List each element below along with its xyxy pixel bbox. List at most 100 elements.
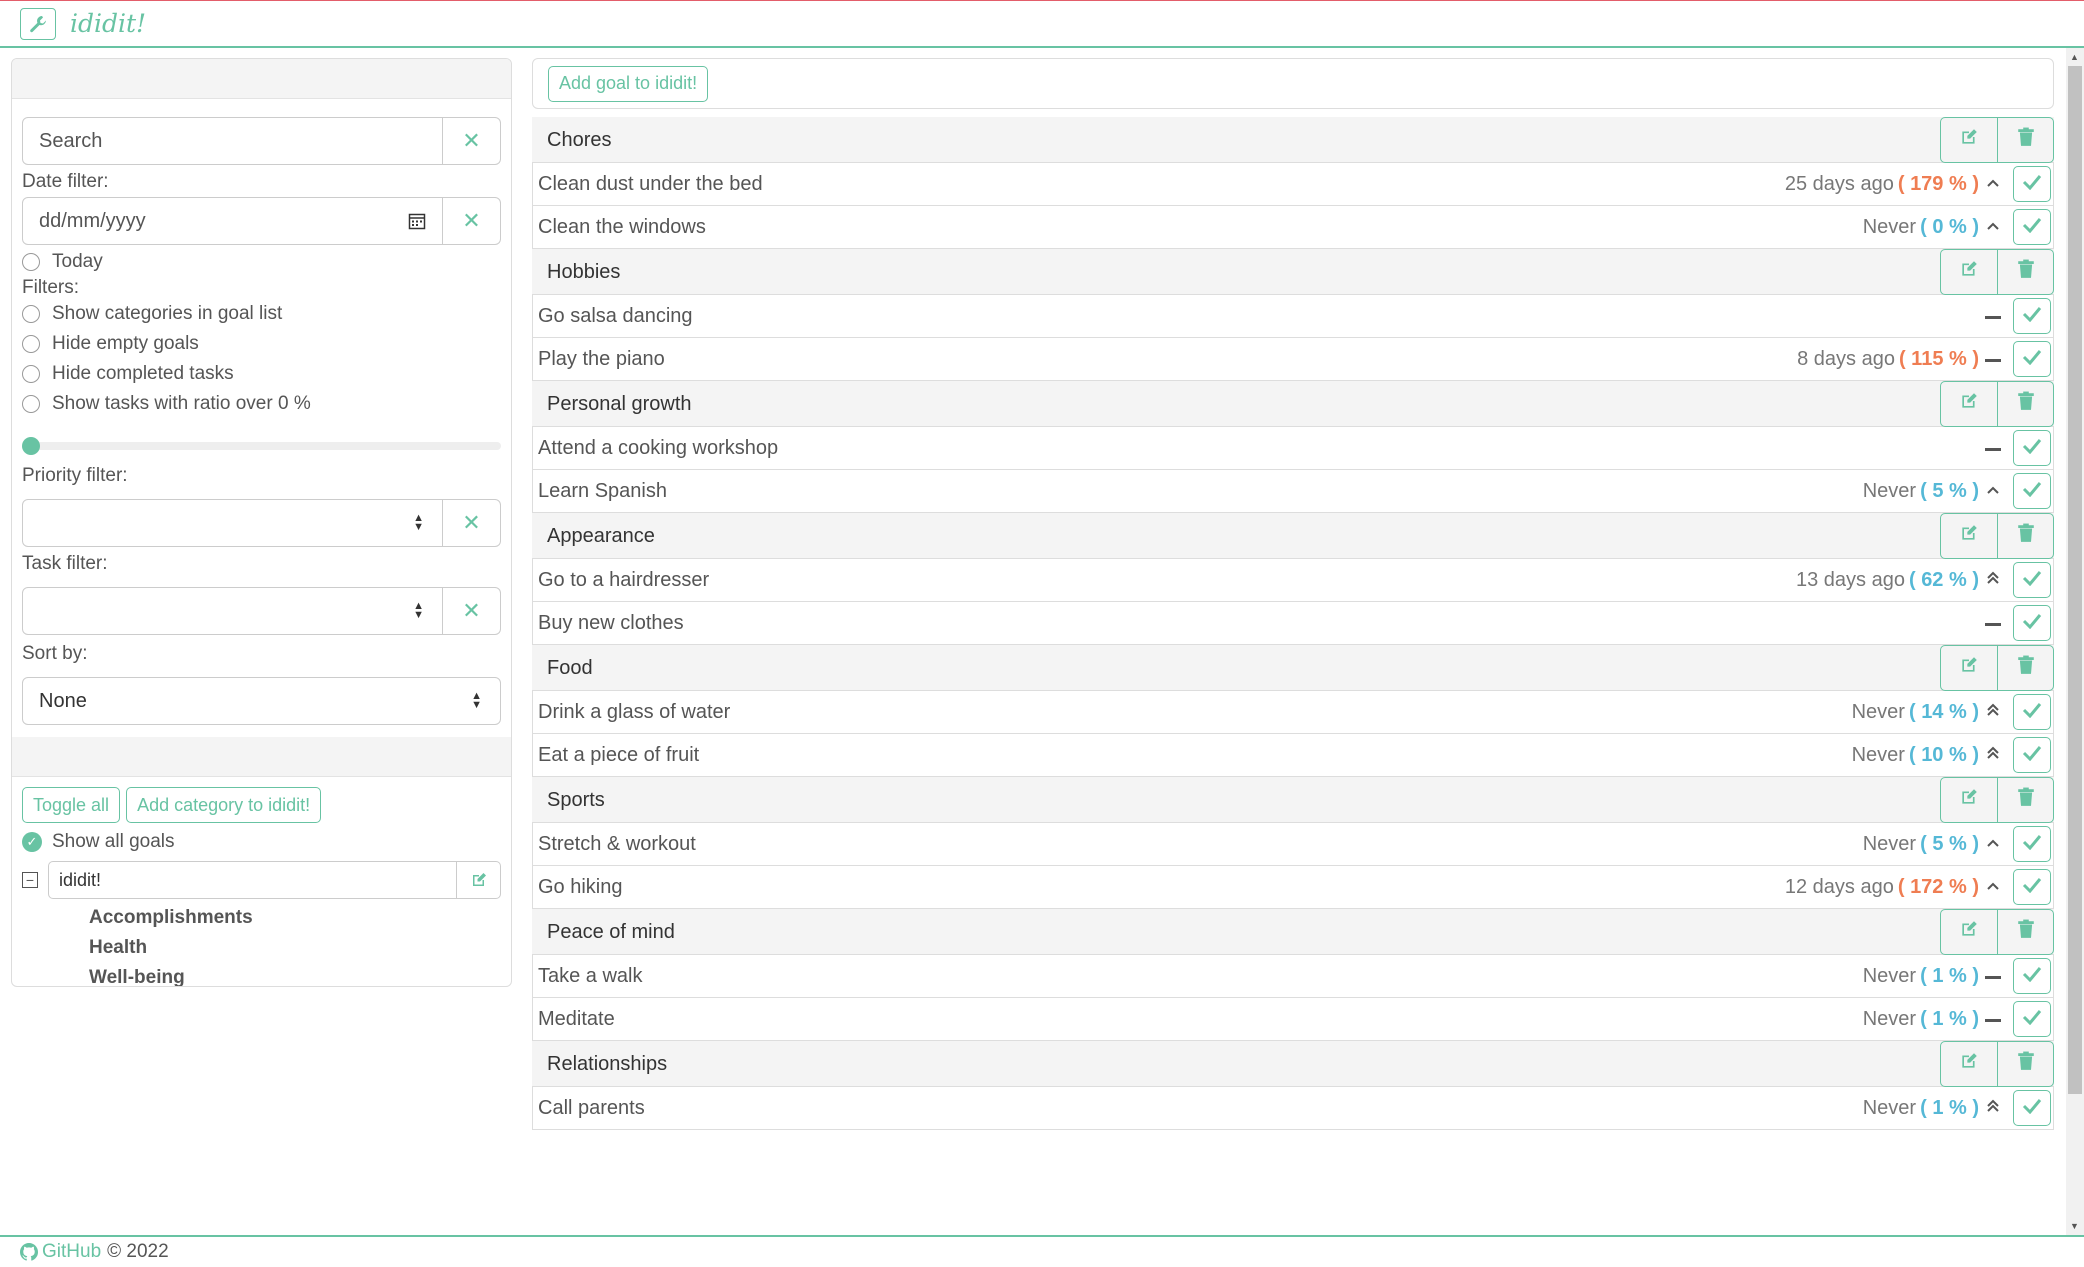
filters-label: Filters: bbox=[22, 277, 79, 298]
add-goal-button[interactable]: Add goal to ididit! bbox=[548, 65, 709, 102]
task-ratio: ( 115 % ) bbox=[1898, 347, 1979, 370]
edit-goal-button[interactable] bbox=[1941, 778, 1997, 822]
delete-goal-button[interactable] bbox=[1997, 646, 2053, 690]
edit-category-button[interactable] bbox=[457, 861, 501, 899]
slider-thumb[interactable] bbox=[22, 437, 40, 455]
scrollbar[interactable]: ▲ ▼ bbox=[2066, 48, 2084, 1235]
date-input[interactable]: dd/mm/yyyy bbox=[22, 197, 443, 245]
edit-icon bbox=[1959, 919, 1979, 945]
complete-task-button[interactable] bbox=[2013, 473, 2051, 509]
delete-goal-button[interactable] bbox=[1997, 514, 2053, 558]
toggle-all-button[interactable]: Toggle all bbox=[22, 787, 121, 823]
task-row[interactable]: Play the piano 8 days ago( 115 % ) bbox=[532, 337, 2054, 381]
task-status: Never( 14 % ) bbox=[1852, 694, 2053, 730]
clear-priority-button[interactable]: ✕ bbox=[443, 499, 501, 547]
ratio-slider[interactable] bbox=[22, 429, 501, 459]
task-row[interactable]: Call parents Never( 1 % ) bbox=[532, 1086, 2054, 1130]
task-row[interactable]: Attend a cooking workshop bbox=[532, 426, 2054, 470]
option-ratio-over[interactable]: Show tasks with ratio over 0 % bbox=[22, 389, 501, 419]
root-category-input[interactable]: ididit! bbox=[48, 861, 457, 899]
task-row[interactable]: Go to a hairdresser 13 days ago( 62 % ) bbox=[532, 558, 2054, 602]
show-all-goals-checkbox[interactable]: ✓ Show all goals bbox=[22, 827, 501, 857]
goal-header: Food bbox=[532, 645, 2054, 691]
check-icon bbox=[2022, 612, 2042, 635]
complete-task-button[interactable] bbox=[2013, 1001, 2051, 1037]
task-ratio-value: 1 % bbox=[1932, 1096, 1967, 1119]
task-name: Buy new clothes bbox=[538, 611, 684, 634]
delete-goal-button[interactable] bbox=[1997, 118, 2053, 162]
option-hide-empty[interactable]: Hide empty goals bbox=[22, 329, 501, 359]
complete-task-button[interactable] bbox=[2013, 298, 2051, 334]
today-checkbox[interactable]: Today bbox=[22, 247, 501, 277]
clear-task-button[interactable]: ✕ bbox=[443, 587, 501, 635]
task-last-done: Never bbox=[1862, 964, 1917, 987]
calendar-icon[interactable] bbox=[408, 212, 426, 236]
complete-task-button[interactable] bbox=[2013, 209, 2051, 245]
option-show-categories[interactable]: Show categories in goal list bbox=[22, 299, 501, 329]
delete-goal-button[interactable] bbox=[1997, 250, 2053, 294]
add-category-button[interactable]: Add category to ididit! bbox=[126, 787, 322, 823]
delete-goal-button[interactable] bbox=[1997, 1042, 2053, 1086]
sort-select[interactable]: None ▲ ▼ bbox=[22, 677, 501, 725]
task-select[interactable]: ▲ ▼ bbox=[22, 587, 443, 635]
edit-goal-button[interactable] bbox=[1941, 514, 1997, 558]
task-row[interactable]: Stretch & workout Never( 5 % ) bbox=[532, 822, 2054, 866]
complete-task-button[interactable] bbox=[2013, 605, 2051, 641]
complete-task-button[interactable] bbox=[2013, 826, 2051, 862]
date-filter-label: Date filter: bbox=[22, 171, 109, 192]
clear-date-button[interactable]: ✕ bbox=[443, 197, 501, 245]
complete-task-button[interactable] bbox=[2013, 341, 2051, 377]
scroll-up-icon[interactable]: ▲ bbox=[2070, 52, 2079, 62]
goal-header: Personal growth bbox=[532, 381, 2054, 427]
edit-goal-button[interactable] bbox=[1941, 250, 1997, 294]
task-row[interactable]: Eat a piece of fruit Never( 10 % ) bbox=[532, 733, 2054, 777]
task-row[interactable]: Clean the windows Never( 0 % ) bbox=[532, 205, 2054, 249]
delete-goal-button[interactable] bbox=[1997, 910, 2053, 954]
complete-task-button[interactable] bbox=[2013, 958, 2051, 994]
task-name: Drink a glass of water bbox=[538, 700, 731, 723]
complete-task-button[interactable] bbox=[2013, 869, 2051, 905]
option-label: Hide empty goals bbox=[52, 333, 199, 354]
task-row[interactable]: Clean dust under the bed 25 days ago( 179… bbox=[532, 162, 2054, 206]
subcategory-item[interactable]: Well-being bbox=[89, 963, 501, 986]
task-last-done: 8 days ago bbox=[1797, 347, 1895, 370]
subcategory-item[interactable]: Accomplishments bbox=[89, 903, 501, 933]
edit-goal-button[interactable] bbox=[1941, 646, 1997, 690]
subcategory-item[interactable]: Health bbox=[89, 933, 501, 963]
goal-title: Relationships bbox=[547, 1052, 668, 1075]
priority-select[interactable]: ▲ ▼ bbox=[22, 499, 443, 547]
edit-goal-button[interactable] bbox=[1941, 382, 1997, 426]
scroll-thumb[interactable] bbox=[2068, 66, 2082, 1094]
task-status: 13 days ago( 62 % ) bbox=[1796, 562, 2053, 598]
edit-goal-button[interactable] bbox=[1941, 910, 1997, 954]
task-row[interactable]: Learn Spanish Never( 5 % ) bbox=[532, 469, 2054, 513]
wrench-icon[interactable] bbox=[20, 7, 56, 40]
collapse-icon[interactable]: − bbox=[22, 872, 38, 888]
check-icon bbox=[2022, 1008, 2042, 1031]
clear-search-button[interactable]: ✕ bbox=[443, 117, 501, 165]
task-row[interactable]: Meditate Never( 1 % ) bbox=[532, 997, 2054, 1041]
task-row[interactable]: Buy new clothes bbox=[532, 601, 2054, 645]
task-row[interactable]: Take a walk Never( 1 % ) bbox=[532, 954, 2054, 998]
task-row[interactable]: Go salsa dancing bbox=[532, 294, 2054, 338]
complete-task-button[interactable] bbox=[2013, 694, 2051, 730]
complete-task-button[interactable] bbox=[2013, 1090, 2051, 1126]
radio-icon bbox=[22, 365, 40, 383]
task-row[interactable]: Go hiking 12 days ago( 172 % ) bbox=[532, 865, 2054, 909]
complete-task-button[interactable] bbox=[2013, 166, 2051, 202]
app-title[interactable]: ididit! bbox=[70, 9, 146, 38]
option-hide-completed[interactable]: Hide completed tasks bbox=[22, 359, 501, 389]
goal-header: Sports bbox=[532, 777, 2054, 823]
scroll-down-icon[interactable]: ▼ bbox=[2070, 1221, 2079, 1231]
search-input[interactable]: Search bbox=[22, 117, 443, 165]
delete-goal-button[interactable] bbox=[1997, 778, 2053, 822]
sort-arrows-icon: ▲ ▼ bbox=[413, 512, 424, 533]
task-row[interactable]: Drink a glass of water Never( 14 % ) bbox=[532, 690, 2054, 734]
github-link[interactable]: GitHub bbox=[42, 1241, 101, 1263]
complete-task-button[interactable] bbox=[2013, 562, 2051, 598]
edit-goal-button[interactable] bbox=[1941, 118, 1997, 162]
edit-goal-button[interactable] bbox=[1941, 1042, 1997, 1086]
complete-task-button[interactable] bbox=[2013, 737, 2051, 773]
complete-task-button[interactable] bbox=[2013, 430, 2051, 466]
delete-goal-button[interactable] bbox=[1997, 382, 2053, 426]
